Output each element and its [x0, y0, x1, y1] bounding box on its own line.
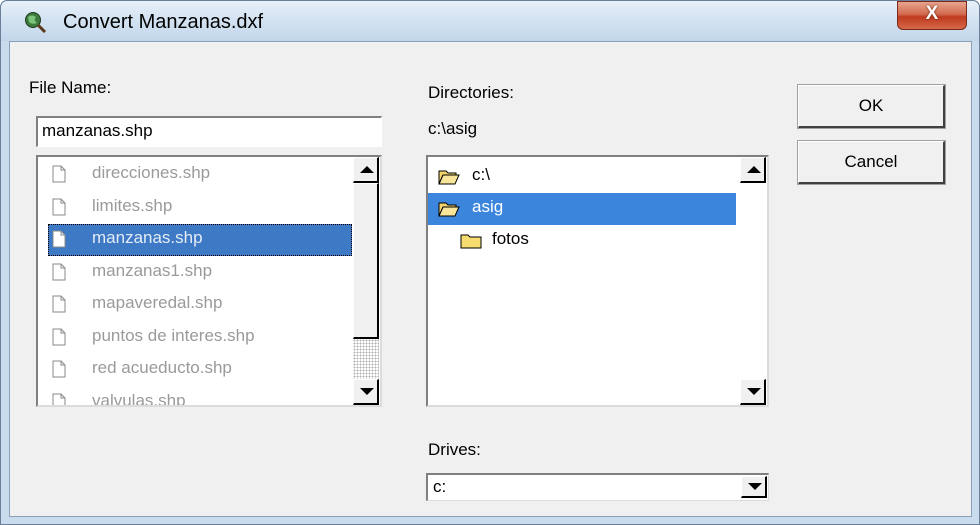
file-list-item[interactable]: mapaveredal.shp — [48, 289, 352, 321]
file-name: manzanas1.shp — [92, 260, 213, 280]
file-name: mapaveredal.shp — [92, 293, 223, 312]
file-list-scrollbar[interactable] — [352, 157, 380, 405]
file-name: manzanas.shp — [92, 228, 203, 247]
file-list-item[interactable]: direcciones.shp — [48, 159, 352, 191]
drives-value: c: — [433, 477, 447, 496]
directory-item[interactable]: fotos — [428, 225, 736, 257]
document-icon — [52, 295, 66, 313]
title-bar[interactable]: Convert Manzanas.dxf X — [1, 1, 979, 41]
file-list-item[interactable]: manzanas1.shp — [48, 257, 352, 289]
scroll-up-button[interactable] — [353, 157, 379, 183]
dialog-body: File Name: manzanas.shp direcciones.shp l… — [9, 41, 972, 517]
file-name: red acueducto.shp — [92, 358, 232, 377]
arrow-down-icon — [360, 388, 374, 395]
chevron-down-icon — [748, 483, 762, 490]
open-folder-icon — [438, 170, 460, 185]
directory-list-scrollbar[interactable] — [739, 157, 767, 405]
file-list-item[interactable]: red acueducto.shp — [48, 354, 352, 386]
convert-dialog: Convert Manzanas.dxf X File Name: manzan… — [0, 0, 980, 525]
file-name: puntos de interes.shp — [92, 325, 255, 345]
document-icon — [52, 230, 66, 248]
folder-icon — [460, 234, 482, 249]
current-path: c:\asig — [428, 119, 478, 138]
close-icon: X — [925, 3, 939, 24]
scroll-track[interactable] — [353, 339, 379, 379]
file-name-input[interactable]: manzanas.shp — [36, 116, 382, 147]
directory-item-selected[interactable]: asig — [428, 193, 736, 225]
document-icon — [52, 198, 66, 215]
directory-item[interactable]: c:\ — [428, 161, 736, 193]
arrow-up-icon — [360, 166, 374, 173]
document-icon — [52, 393, 66, 405]
file-list-item[interactable]: manzanas.shp — [48, 224, 352, 256]
close-button[interactable]: X — [897, 1, 967, 30]
drives-dropdown-button[interactable] — [741, 476, 767, 498]
file-name: limites.shp — [92, 195, 173, 215]
document-icon — [52, 165, 66, 183]
cancel-button[interactable]: Cancel — [797, 140, 946, 185]
scroll-thumb[interactable] — [353, 183, 379, 339]
scroll-up-button[interactable] — [740, 157, 766, 183]
scroll-down-button[interactable] — [740, 379, 766, 405]
window-title: Convert Manzanas.dxf — [63, 11, 264, 33]
directory-list[interactable]: c:\ asig fotos — [426, 155, 769, 407]
arrow-up-icon — [747, 166, 761, 173]
arrow-down-icon — [747, 388, 761, 395]
ok-button[interactable]: OK — [797, 84, 946, 129]
directories-label: Directories: — [428, 83, 514, 102]
file-list[interactable]: direcciones.shp limites.shp manzanas.shp ma… — [36, 155, 382, 407]
file-list-item[interactable]: valvulas.shp — [48, 387, 352, 407]
drives-label: Drives: — [428, 440, 481, 459]
file-name: direcciones.shp — [92, 163, 211, 182]
drives-select[interactable]: c: — [426, 473, 769, 501]
file-name-label: File Name: — [29, 78, 112, 97]
scroll-down-button[interactable] — [353, 379, 379, 405]
open-folder-icon — [438, 202, 460, 217]
file-list-item[interactable]: limites.shp — [48, 192, 352, 224]
file-name-value: manzanas.shp — [42, 121, 153, 140]
file-list-item[interactable]: puntos de interes.shp — [48, 322, 352, 354]
document-icon — [52, 328, 66, 345]
globe-magnifier-icon — [25, 12, 47, 33]
document-icon — [52, 360, 66, 378]
file-name: valvulas.shp — [92, 390, 186, 407]
document-icon — [52, 263, 66, 280]
